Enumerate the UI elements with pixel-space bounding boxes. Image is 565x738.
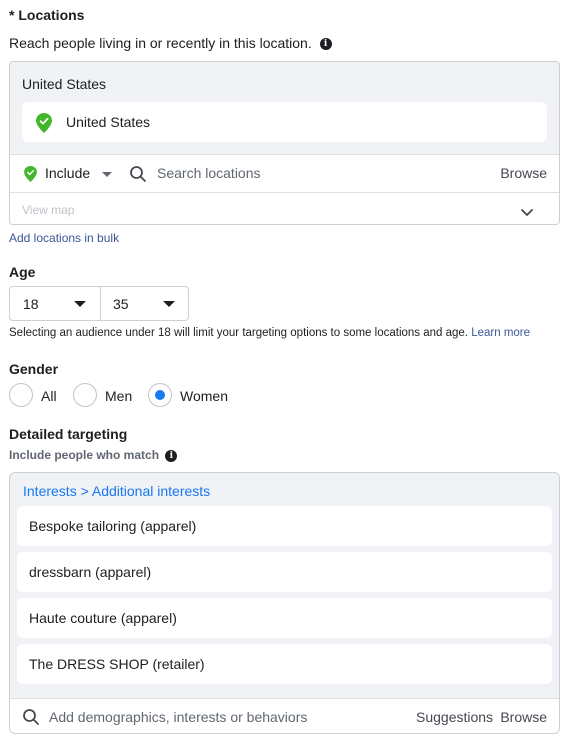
suggestions-button[interactable]: Suggestions [416, 709, 493, 725]
age-min-select[interactable]: 18 [23, 296, 39, 312]
detailed-targeting-title: Detailed targeting [9, 426, 128, 442]
chevron-down-icon[interactable] [74, 301, 86, 307]
interest-label: The DRESS SHOP (retailer) [29, 656, 205, 672]
location-browse-button[interactable]: Browse [500, 165, 547, 181]
gender-all-label: All [41, 388, 57, 404]
detailed-search-input[interactable]: Add demographics, interests or behaviors [49, 709, 307, 725]
age-max-select[interactable]: 35 [113, 296, 129, 312]
locations-description-text: Reach people living in or recently in th… [9, 35, 312, 51]
interests-breadcrumb[interactable]: Interests > Additional interests [23, 483, 210, 499]
gender-women-radio[interactable] [148, 383, 172, 407]
info-icon[interactable]: i [165, 449, 178, 462]
learn-more-link[interactable]: Learn more [471, 327, 530, 339]
view-map-label: View map [22, 203, 75, 217]
age-note-text: Selecting an audience under 18 will limi… [9, 327, 469, 339]
interest-item[interactable]: The DRESS SHOP (retailer) [17, 644, 552, 684]
interest-item[interactable]: Haute couture (apparel) [17, 598, 552, 638]
view-map-row[interactable]: View map [10, 192, 559, 224]
location-pin-icon [24, 166, 37, 182]
locations-description: Reach people living in or recently in th… [9, 35, 332, 51]
info-icon[interactable]: i [319, 38, 332, 51]
location-search-row: Include Search locations Browse [10, 154, 559, 192]
detailed-browse-button[interactable]: Browse [500, 709, 547, 725]
gender-title: Gender [9, 361, 59, 377]
locations-country-header: United States [22, 76, 107, 92]
chevron-down-icon[interactable] [163, 301, 175, 307]
age-title: Age [9, 264, 36, 280]
age-selector: 18 35 [9, 286, 189, 321]
gender-men-radio[interactable] [73, 383, 97, 407]
interest-item[interactable]: dressbarn (apparel) [17, 552, 552, 592]
detailed-subtitle-text: Include people who match [9, 448, 160, 462]
gender-men-label: Men [105, 388, 133, 404]
age-note: Selecting an audience under 18 will limi… [9, 327, 530, 339]
search-icon [130, 166, 146, 182]
detailed-targeting-subtitle: Include people who match i [9, 448, 178, 462]
search-icon [23, 709, 39, 725]
gender-women-label: Women [180, 388, 228, 404]
detailed-targeting-box: Interests > Additional interests Bespoke… [9, 472, 560, 734]
selected-location-chip[interactable]: United States [22, 102, 547, 142]
interest-label: Haute couture (apparel) [29, 610, 177, 626]
include-dropdown[interactable]: Include [45, 165, 90, 181]
chevron-down-icon[interactable] [102, 172, 112, 177]
locations-box: United States United States Include Sear… [9, 61, 560, 225]
interest-label: Bespoke tailoring (apparel) [29, 518, 197, 534]
location-pin-icon [36, 113, 52, 133]
selected-location-label: United States [66, 114, 151, 130]
interest-item[interactable]: Bespoke tailoring (apparel) [17, 506, 552, 546]
location-search-input[interactable]: Search locations [157, 165, 261, 181]
gender-all-radio[interactable] [9, 383, 33, 407]
chevron-down-icon[interactable] [521, 209, 533, 217]
interest-label: dressbarn (apparel) [29, 564, 152, 580]
locations-title: * Locations [9, 7, 85, 23]
add-locations-bulk-link[interactable]: Add locations in bulk [9, 231, 119, 245]
age-divider [100, 287, 101, 320]
detailed-search-row: Add demographics, interests or behaviors… [10, 698, 559, 733]
